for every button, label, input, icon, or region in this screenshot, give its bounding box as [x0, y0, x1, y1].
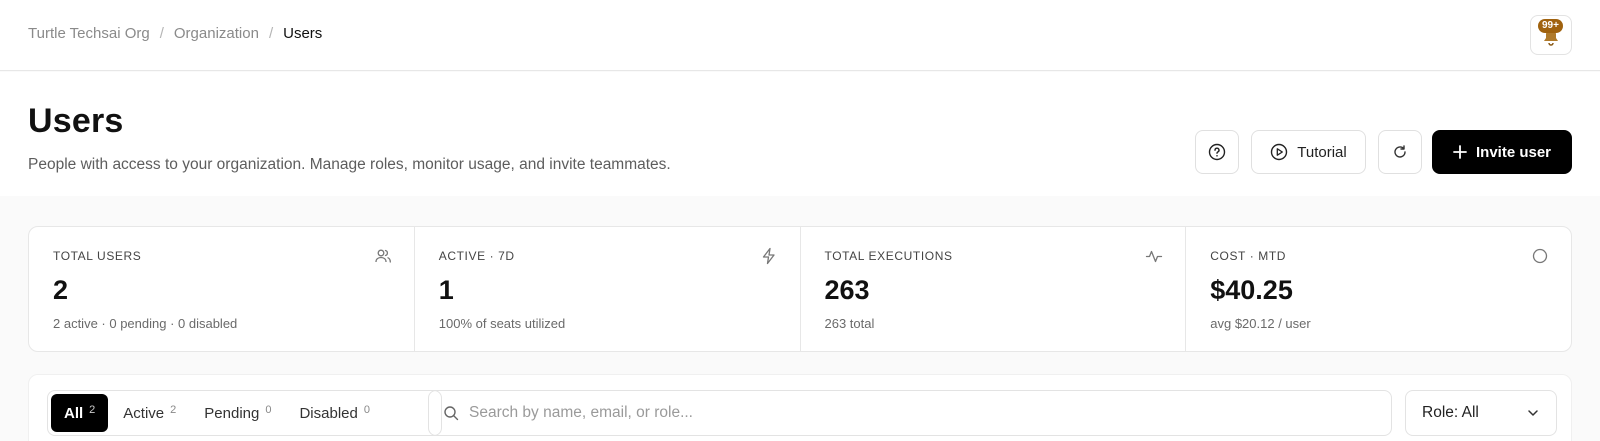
filter-bar: All 2 Active 2 Pending 0 Disabled 0 Role… — [28, 374, 1572, 441]
role-select[interactable]: Role: All — [1405, 390, 1557, 436]
stat-card-active-7d: ACTIVE · 7D 1 100% of seats utilized — [415, 227, 801, 351]
stat-card-total-executions: TOTAL EXECUTIONS 263 263 total — [801, 227, 1187, 351]
breadcrumb-separator: / — [159, 25, 164, 42]
stat-label: TOTAL EXECUTIONS — [824, 249, 953, 263]
tab-pending[interactable]: Pending 0 — [191, 394, 284, 432]
stat-card-total-users: TOTAL USERS 2 2 active · 0 pending · 0 d… — [29, 227, 415, 351]
tab-all[interactable]: All 2 — [51, 394, 109, 432]
refresh-icon — [1394, 145, 1406, 158]
tab-label: Pending — [204, 404, 260, 422]
tutorial-label: Tutorial — [1297, 143, 1347, 161]
role-select-value: Role: All — [1422, 404, 1479, 421]
circle-icon — [1532, 248, 1548, 264]
help-icon — [1208, 143, 1226, 161]
tab-disabled[interactable]: Disabled 0 — [286, 394, 383, 432]
stat-subtext: 100% of seats utilized — [438, 316, 566, 331]
stat-value: $40.25 — [1210, 275, 1293, 305]
search-icon — [444, 406, 459, 421]
chevron-down-icon — [1528, 410, 1538, 416]
plus-icon — [1453, 145, 1467, 159]
page-title: Users — [28, 102, 124, 140]
tab-count: 0 — [265, 404, 272, 416]
stat-value: 1 — [438, 275, 454, 305]
tab-active[interactable]: Active 2 — [110, 394, 189, 432]
tab-count: 0 — [363, 404, 370, 416]
status-tabs: All 2 Active 2 Pending 0 Disabled 0 — [47, 390, 442, 436]
stat-value: 263 — [824, 275, 870, 305]
stat-label: COST · MTD — [1210, 249, 1287, 263]
breadcrumb-organization-link[interactable]: Organization — [174, 25, 259, 42]
tab-label: Active — [123, 404, 165, 422]
tab-label: Disabled — [299, 404, 358, 422]
breadcrumb-current: Users — [283, 25, 323, 42]
tab-label: All — [64, 404, 84, 422]
stat-subtext: 263 total — [824, 316, 875, 331]
bolt-icon — [762, 247, 775, 265]
breadcrumb-separator: / — [268, 25, 274, 42]
notifications-button[interactable]: 99+ — [1530, 15, 1572, 55]
search-input[interactable] — [469, 404, 1349, 422]
tab-count: 2 — [170, 404, 177, 416]
stat-subtext: avg $20.12 / user — [1210, 316, 1311, 331]
tutorial-button[interactable]: Tutorial — [1251, 130, 1366, 174]
breadcrumb: Turtle Techsai Org / Organization / User… — [28, 25, 322, 42]
stat-subtext: 2 active · 0 pending · 0 disabled — [53, 316, 238, 331]
play-circle-icon — [1271, 143, 1288, 161]
page-header: Users People with access to your organiz… — [0, 72, 1600, 196]
stat-card-cost-mtd: COST · MTD $40.25 avg $20.12 / user — [1186, 227, 1571, 351]
top-bar: Turtle Techsai Org / Organization / User… — [0, 0, 1600, 71]
tab-count: 2 — [89, 404, 96, 416]
notification-badge: 99+ — [1538, 19, 1563, 33]
refresh-button[interactable] — [1378, 130, 1422, 174]
help-button[interactable] — [1195, 130, 1239, 174]
search-box — [428, 390, 1392, 436]
users-icon — [375, 249, 391, 263]
stat-label: ACTIVE · 7D — [438, 249, 515, 263]
breadcrumb-org-link[interactable]: Turtle Techsai Org — [28, 25, 150, 42]
invite-user-label: Invite user — [1475, 143, 1552, 161]
activity-icon — [1146, 250, 1163, 263]
page-subtitle: People with access to your organization.… — [28, 156, 671, 173]
stats-panel: TOTAL USERS 2 2 active · 0 pending · 0 d… — [28, 226, 1572, 352]
stat-value: 2 — [53, 275, 69, 305]
invite-user-button[interactable]: Invite user — [1432, 130, 1572, 174]
stat-label: TOTAL USERS — [53, 249, 142, 263]
